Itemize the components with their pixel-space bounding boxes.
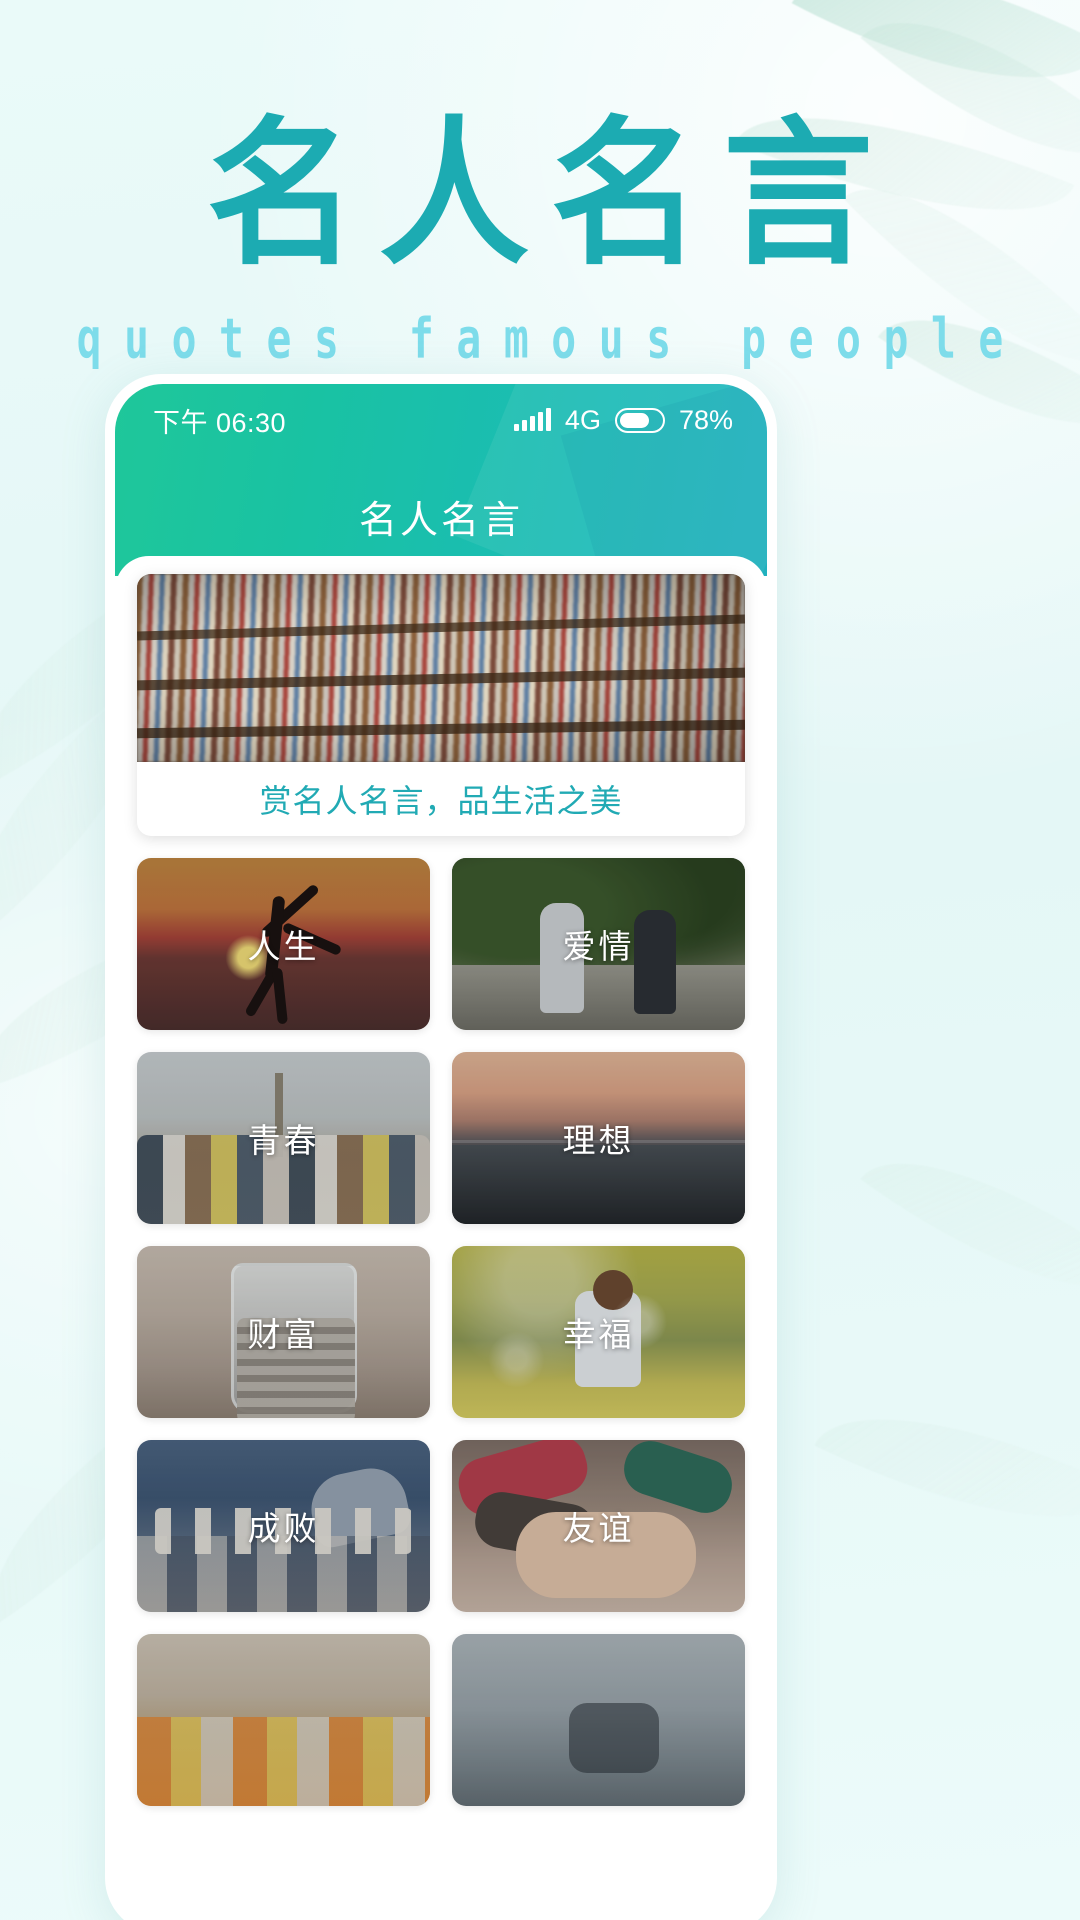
- signal-bars-icon: [513, 408, 551, 431]
- category-label: 理想: [562, 1122, 635, 1159]
- category-label: 友谊: [562, 1510, 635, 1547]
- status-bar: 下午 06:30 4G 78%: [115, 384, 767, 456]
- battery-fill: [619, 412, 649, 428]
- category-label: 青春: [247, 1122, 320, 1159]
- status-indicators: 4G 78%: [513, 404, 733, 436]
- tile-shade: [137, 1634, 430, 1806]
- category-tile-youth[interactable]: 青春: [137, 1052, 430, 1224]
- category-tile-wealth[interactable]: 财富: [137, 1246, 430, 1418]
- category-tile-partial-left[interactable]: [137, 1634, 430, 1806]
- banner-caption: 赏名人名言，品生活之美: [259, 783, 623, 819]
- phone-mockup: 下午 06:30 4G 78% 名人名言 赏名人名言，品生活之美 人生 爱情 青…: [105, 374, 777, 1920]
- page-title: 名人名言: [206, 102, 895, 288]
- status-time: 下午 06:30: [153, 407, 287, 438]
- leaf-decor-10: [814, 1359, 1080, 1577]
- app-bar-title: 名人名言: [358, 499, 523, 542]
- category-label: 人生: [247, 928, 320, 965]
- phone-screen: 下午 06:30 4G 78% 名人名言 赏名人名言，品生活之美 人生 爱情 青…: [115, 384, 767, 1920]
- status-battery-label: 78%: [678, 404, 733, 435]
- tile-shade: [452, 1634, 745, 1806]
- category-label: 财富: [247, 1316, 320, 1353]
- category-tile-dream[interactable]: 理想: [452, 1052, 745, 1224]
- category-tile-happiness[interactable]: 幸福: [452, 1246, 745, 1418]
- category-label: 成败: [247, 1510, 320, 1547]
- status-network-label: 4G: [564, 404, 601, 435]
- category-label: 爱情: [562, 928, 635, 965]
- category-grid: 人生 爱情 青春 理想 财富 幸福 成败 友谊: [137, 858, 745, 1806]
- category-tile-life[interactable]: 人生: [137, 858, 430, 1030]
- content-sheet: 赏名人名言，品生活之美 人生 爱情 青春 理想 财富 幸福 成败 友谊: [115, 556, 767, 1920]
- banner-card[interactable]: 赏名人名言，品生活之美: [137, 574, 745, 836]
- category-tile-friendship[interactable]: 友谊: [452, 1440, 745, 1612]
- category-tile-success[interactable]: 成败: [137, 1440, 430, 1612]
- banner-image: [137, 574, 745, 762]
- phone-topbar: 下午 06:30 4G 78% 名人名言: [115, 384, 767, 576]
- battery-icon: [614, 407, 665, 433]
- category-tile-love[interactable]: 爱情: [452, 858, 745, 1030]
- category-label: 幸福: [562, 1316, 635, 1353]
- leaf-decor-9: [860, 1106, 1080, 1344]
- category-tile-partial-right[interactable]: [452, 1634, 745, 1806]
- app-bar: 名人名言: [115, 456, 767, 576]
- page-subtitle: quotes famous people: [76, 307, 1026, 372]
- hero-section: 名人名言 quotes famous people: [0, 0, 1080, 372]
